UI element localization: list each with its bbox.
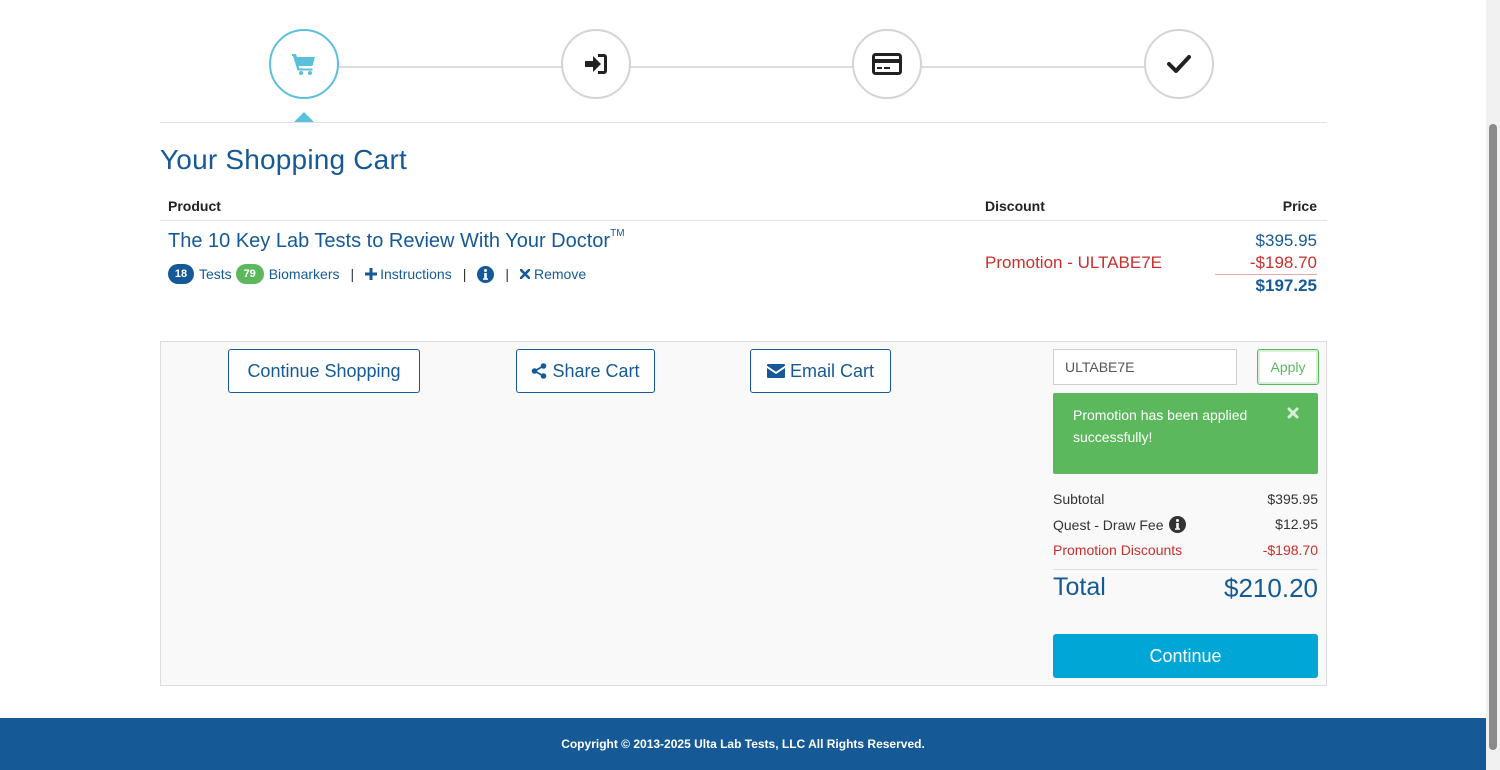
- subtotal-row: Subtotal $395.95: [1053, 491, 1318, 507]
- trademark: TM: [610, 228, 625, 239]
- biomarkers-link[interactable]: Biomarkers: [269, 266, 340, 282]
- price-original: $395.95: [1255, 231, 1317, 250]
- step-payment[interactable]: [852, 29, 922, 99]
- biomarkers-count-badge: 79: [235, 264, 264, 284]
- total-row: Total $210.20: [1053, 573, 1318, 604]
- table-header-divider: [160, 220, 1327, 221]
- email-cart-button[interactable]: Email Cart: [750, 349, 891, 393]
- product-name-link[interactable]: The 10 Key Lab Tests to Review With Your…: [168, 228, 625, 253]
- discount-label: Promotion - ULTABE7E: [985, 253, 1162, 272]
- subtotal-label: Subtotal: [1053, 491, 1105, 507]
- page-title: Your Shopping Cart: [160, 144, 407, 175]
- scrollbar-thumb[interactable]: [1489, 124, 1497, 750]
- total-label: Total: [1053, 573, 1106, 601]
- step-sign-in[interactable]: [561, 29, 631, 99]
- remove-link[interactable]: Remove: [520, 266, 586, 282]
- step-cart[interactable]: [269, 29, 339, 99]
- credit-card-icon: [872, 53, 902, 75]
- remove-label: Remove: [534, 266, 587, 282]
- info-icon[interactable]: [477, 265, 495, 283]
- product-name: The 10 Key Lab Tests to Review With Your…: [168, 230, 611, 252]
- instructions-link[interactable]: Instructions: [365, 266, 452, 282]
- tests-link[interactable]: Tests: [199, 266, 232, 282]
- draw-fee-label: Quest - Draw Fee: [1053, 516, 1164, 533]
- page-scrollbar[interactable]: [1486, 0, 1500, 770]
- summary-divider: [1053, 569, 1318, 570]
- draw-fee-value: $12.95: [1275, 516, 1318, 532]
- email-cart-label: Email Cart: [789, 360, 874, 381]
- price-discount: -$198.70: [1215, 252, 1317, 275]
- column-header-discount: Discount: [985, 198, 1045, 214]
- envelope-icon: [766, 364, 785, 378]
- promo-success-alert: Promotion has been applied successfully!: [1053, 393, 1318, 474]
- step-confirm[interactable]: [1144, 29, 1214, 99]
- close-icon: [520, 269, 530, 279]
- price-cell: $395.95 -$198.70 $197.25: [1197, 230, 1317, 297]
- separator: |: [505, 266, 509, 282]
- plus-icon: [365, 268, 378, 280]
- promo-success-message: Promotion has been applied successfully!: [1073, 407, 1248, 445]
- close-alert-icon[interactable]: [1286, 406, 1300, 420]
- progress-line: [305, 66, 1181, 68]
- apply-promo-button[interactable]: Apply: [1257, 349, 1319, 385]
- checkout-page: Your Shopping Cart Product Discount Pric…: [0, 0, 1486, 770]
- column-header-price: Price: [1282, 198, 1317, 214]
- info-icon[interactable]: [1169, 516, 1187, 533]
- share-cart-button[interactable]: Share Cart: [516, 349, 655, 393]
- tests-count-badge: 18: [168, 264, 194, 284]
- shopping-cart-icon: [292, 54, 315, 75]
- continue-button[interactable]: Continue: [1053, 634, 1318, 678]
- instructions-label: Instructions: [380, 266, 452, 282]
- share-icon: [532, 363, 547, 379]
- promotion-discounts-value: -$198.70: [1262, 542, 1318, 558]
- promo-code-input[interactable]: [1053, 349, 1237, 385]
- sign-in-icon: [585, 54, 607, 74]
- price-final: $197.25: [1255, 276, 1317, 295]
- footer: Copyright © 2013-2025 Ulta Lab Tests, LL…: [0, 718, 1486, 770]
- draw-fee-row: Quest - Draw Fee $12.95: [1053, 516, 1318, 533]
- total-value: $210.20: [1224, 573, 1318, 603]
- share-cart-label: Share Cart: [552, 360, 640, 381]
- promotion-discounts-label: Promotion Discounts: [1053, 542, 1183, 558]
- column-header-product: Product: [168, 198, 221, 214]
- separator: |: [350, 266, 355, 282]
- separator: |: [462, 266, 467, 282]
- copyright-text: Copyright © 2013-2025 Ulta Lab Tests, LL…: [561, 737, 925, 751]
- continue-shopping-button[interactable]: Continue Shopping: [228, 349, 420, 393]
- divider: [160, 122, 1327, 123]
- checkmark-icon: [1167, 55, 1191, 73]
- product-meta: 18 Tests 79 Biomarkers | Instructions | …: [168, 263, 586, 285]
- subtotal-value: $395.95: [1267, 491, 1318, 507]
- promotion-discounts-row: Promotion Discounts -$198.70: [1053, 542, 1318, 558]
- continue-shopping-label: Continue Shopping: [247, 360, 401, 381]
